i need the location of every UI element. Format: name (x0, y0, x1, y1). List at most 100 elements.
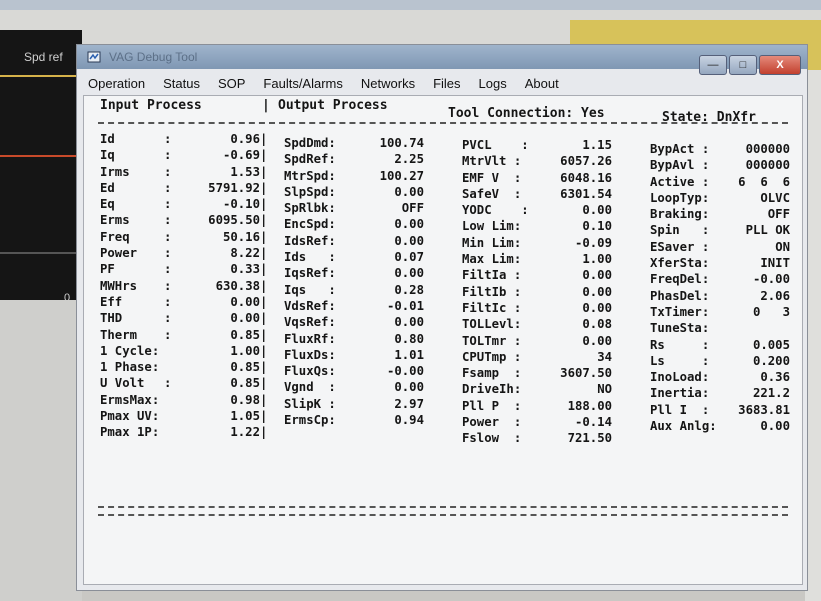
input-row: U Volt:0.85 | (100, 376, 270, 392)
output-value: 100.27 (379, 168, 424, 183)
bypass-row: ESaver : ON (650, 240, 790, 256)
output-value: 2.25 (394, 152, 424, 167)
output-row: SpdRef: 2.25 (284, 152, 424, 168)
drive-value: 34 (597, 349, 612, 364)
bypass-value: INIT (760, 256, 790, 271)
menu-logs[interactable]: Logs (470, 76, 516, 91)
drive-value: 0.00 (582, 300, 612, 315)
bypass-value: PLL OK (745, 223, 790, 238)
output-value: 0.94 (394, 413, 424, 428)
drive-row: FiltIb :0.00 (462, 285, 612, 301)
input-bar: | (260, 164, 268, 179)
bypass-row: TxTimer: 0 3 (650, 305, 790, 321)
input-value: 0.85 (230, 376, 260, 391)
input-bar: | (260, 311, 268, 326)
background-trend-panel: Spd ref 0 (0, 30, 82, 304)
header-divider: | (262, 98, 270, 113)
input-bar: | (260, 278, 268, 293)
output-row: EncSpd: 0.00 (284, 217, 424, 233)
drive-row: Min Lim: -0.09 (462, 236, 612, 252)
drive-value: 188.00 (567, 398, 612, 413)
window-titlebar[interactable]: VAG Debug Tool — □ X (77, 45, 807, 75)
output-value: OFF (401, 201, 424, 216)
menu-networks[interactable]: Networks (352, 76, 424, 91)
bypass-row: BypAct :000000 (650, 142, 790, 158)
bottom-divider-2 (98, 514, 788, 516)
output-process-header: Output Process (278, 98, 388, 113)
bypass-value: 000000 (745, 142, 790, 156)
trend-line-yellow (0, 75, 82, 77)
menu-files[interactable]: Files (424, 76, 469, 91)
output-process-column: SpdDmd: 100.74 SpdRef: 2.25 MtrSpd: 100.27 Slp… (284, 136, 424, 429)
bypass-row: PhasDel: 2.06 (650, 289, 790, 305)
bypass-row: LoopTyp: OLVC (650, 191, 790, 207)
bypass-row: FreqDel: -0.00 (650, 272, 790, 288)
output-value: 0.00 (394, 315, 424, 330)
input-value: 0.85 (230, 360, 260, 375)
input-row: Ed:5791.92 | (100, 181, 270, 197)
input-value: -0.10 (222, 197, 260, 212)
drive-value: 6301.54 (560, 186, 612, 201)
bypass-value: ON (775, 239, 790, 254)
drive-value: 0.00 (582, 203, 612, 218)
output-value: 1.01 (394, 347, 424, 362)
input-row: MWHrs:630.38 | (100, 279, 270, 295)
output-row: IdsRef: 0.00 (284, 234, 424, 250)
bypass-value: 000000 (745, 158, 790, 173)
menu-faults-alarms[interactable]: Faults/Alarms (254, 76, 351, 91)
input-value: 5791.92 (208, 180, 260, 195)
menu-sop[interactable]: SOP (209, 76, 254, 91)
window-title: VAG Debug Tool (109, 50, 198, 64)
top-divider (98, 122, 788, 124)
bypass-status-column: BypAct :000000 BypAvl :000000 Active :6 6 … (650, 142, 790, 435)
bypass-value: 2.06 (760, 288, 790, 303)
bypass-value: OFF (767, 207, 790, 222)
menu-status[interactable]: Status (154, 76, 209, 91)
input-bar: | (260, 132, 268, 146)
output-row: SpRlbk: OFF (284, 201, 424, 217)
output-row: SlpSpd: 0.00 (284, 185, 424, 201)
drive-value: 1.15 (582, 138, 612, 152)
drive-row: Max Lim: 1.00 (462, 252, 612, 268)
drive-value: 1.00 (582, 252, 612, 267)
input-value: 1.53 (230, 164, 260, 179)
output-value: 0.80 (394, 331, 424, 346)
input-value: 1.00 (230, 343, 260, 358)
input-row: Pmax 1P: 1.22 | (100, 425, 270, 441)
input-bar: | (260, 262, 268, 277)
bypass-value: 0.00 (760, 419, 790, 434)
input-row: THD:0.00 | (100, 311, 270, 327)
input-value: 630.38 (215, 278, 260, 293)
input-value: -0.69 (222, 148, 260, 163)
input-row: Therm:0.85 | (100, 328, 270, 344)
bypass-value: OLVC (760, 190, 790, 205)
drive-params-column: PVCL :1.15 MtrVlt :6057.26 EMF V :6048.16 S… (462, 138, 612, 448)
output-row: Ids :0.07 (284, 250, 424, 266)
input-bar: | (260, 213, 268, 228)
input-row: Iq: -0.69 | (100, 148, 270, 164)
menu-about[interactable]: About (516, 76, 568, 91)
bypass-row: Braking: OFF (650, 207, 790, 223)
trend-line-orange (0, 155, 82, 157)
input-value: 0.00 (230, 311, 260, 326)
drive-value: 0.00 (582, 284, 612, 299)
input-value: 1.22 (230, 425, 260, 440)
input-value: 0.96 (230, 132, 260, 146)
bypass-row: Pll I :3683.81 (650, 403, 790, 419)
output-value: 0.07 (394, 250, 424, 265)
menu-operation[interactable]: Operation (79, 76, 154, 91)
output-value: 0.28 (394, 282, 424, 297)
input-row: Eff:0.00 | (100, 295, 270, 311)
bypass-row: Active :6 6 6 (650, 175, 790, 191)
output-row: IqsRef: 0.00 (284, 266, 424, 282)
app-icon (87, 51, 101, 63)
drive-value: 0.08 (582, 317, 612, 332)
debug-tool-window: VAG Debug Tool — □ X Operation Status SO… (76, 44, 808, 591)
input-value: 0.85 (230, 327, 260, 342)
input-value: 8.22 (230, 246, 260, 261)
input-bar: | (260, 343, 268, 358)
input-bar: | (260, 409, 268, 424)
drive-row: FiltIa :0.00 (462, 268, 612, 284)
drive-row: Fslow :721.50 (462, 431, 612, 447)
drive-value: 6057.26 (560, 154, 612, 169)
